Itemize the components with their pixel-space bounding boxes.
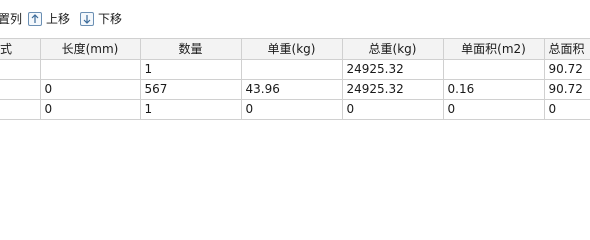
header-row: 式 长度(mm) 数量 单重(kg) 总重(kg) 单面积(m2) 总面积: [0, 38, 590, 60]
column-header[interactable]: 总面积: [544, 38, 590, 60]
column-header[interactable]: 总重(kg): [342, 38, 444, 60]
table-cell[interactable]: [443, 59, 545, 80]
table-cell[interactable]: 90.72: [544, 59, 590, 80]
table-cell[interactable]: [40, 59, 141, 80]
table-cell[interactable]: 1: [140, 59, 242, 80]
move-up-button[interactable]: 上移: [28, 10, 70, 28]
table-cell[interactable]: 24925.32: [342, 59, 444, 80]
toolbar: 置列 上移 下移: [0, 0, 590, 38]
table-cell[interactable]: 90.72: [544, 79, 590, 100]
set-columns-label: 置列: [0, 12, 23, 26]
table-cell[interactable]: 0: [443, 99, 545, 120]
table-cell[interactable]: [0, 79, 41, 100]
column-header[interactable]: 数量: [140, 38, 242, 60]
move-down-button[interactable]: 下移: [80, 10, 122, 28]
move-up-label: 上移: [46, 12, 71, 26]
column-header[interactable]: 单重(kg): [241, 38, 343, 60]
column-header[interactable]: 单面积(m2): [443, 38, 545, 60]
table-cell[interactable]: 0: [40, 99, 141, 120]
move-down-label: 下移: [98, 12, 123, 26]
data-grid: 式 长度(mm) 数量 单重(kg) 总重(kg) 单面积(m2) 总面积 1 …: [0, 38, 590, 120]
table-row[interactable]: 1 24925.32 90.72: [0, 59, 590, 80]
column-header[interactable]: 式: [0, 38, 41, 60]
table-row[interactable]: 0 1 0 0 0 0: [0, 99, 590, 120]
table-cell[interactable]: 43.96: [241, 79, 343, 100]
table-cell[interactable]: [0, 99, 41, 120]
table-cell[interactable]: 0: [544, 99, 590, 120]
table-cell[interactable]: 24925.32: [342, 79, 444, 100]
table-cell[interactable]: 0: [342, 99, 444, 120]
table-cell[interactable]: 0: [40, 79, 141, 100]
arrow-down-icon: [80, 12, 94, 26]
table-cell[interactable]: 1: [140, 99, 242, 120]
table-row[interactable]: 0 567 43.96 24925.32 0.16 90.72: [0, 79, 590, 100]
table-cell[interactable]: 0.16: [443, 79, 545, 100]
set-columns-button[interactable]: 置列: [0, 10, 22, 28]
table-cell[interactable]: [241, 59, 343, 80]
table-cell[interactable]: 567: [140, 79, 242, 100]
column-header[interactable]: 长度(mm): [40, 38, 141, 60]
table-cell[interactable]: [0, 59, 41, 80]
table-cell[interactable]: 0: [241, 99, 343, 120]
arrow-up-icon: [28, 12, 42, 26]
